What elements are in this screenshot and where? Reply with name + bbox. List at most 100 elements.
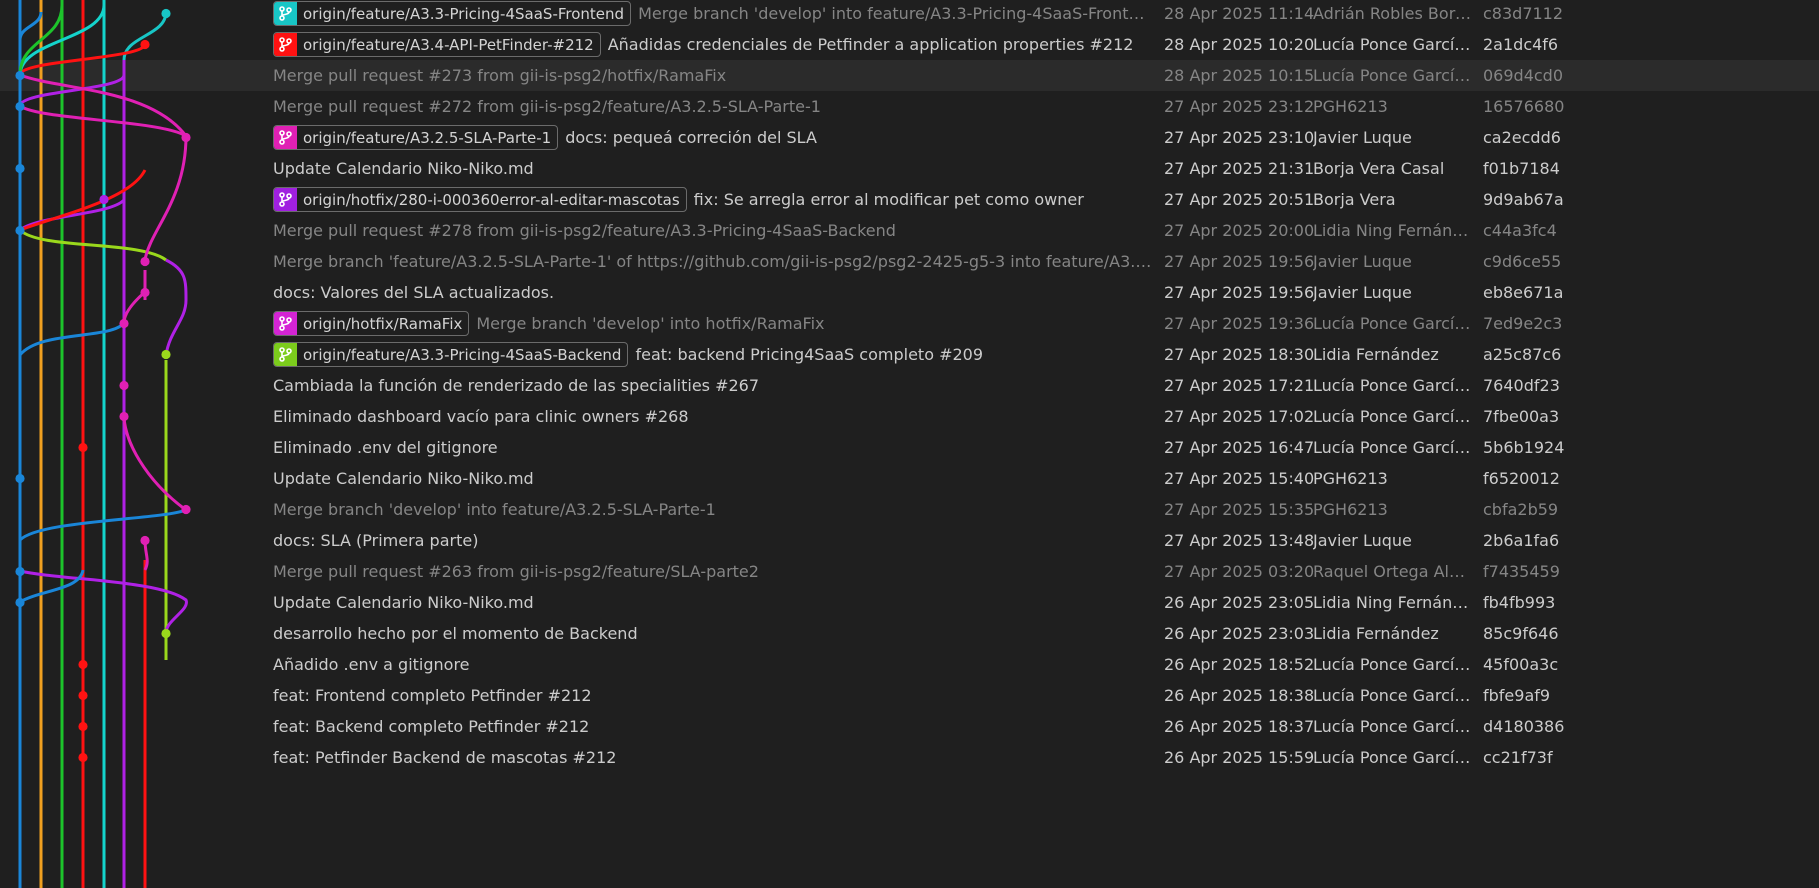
commit-date: 27 Apr 2025 20:51 [1164, 190, 1315, 209]
commit-author: Lucía Ponce García ... [1313, 438, 1473, 457]
commit-row[interactable]: origin/feature/A3.4-API-PetFinder-#212 Añ… [0, 29, 1819, 60]
commit-message: Update Calendario Niko-Niko.md [273, 593, 534, 612]
commit-message-cell: docs: SLA (Primera parte) [273, 525, 1153, 556]
commit-hash: c83d7112 [1483, 4, 1564, 23]
commit-row[interactable]: feat: Backend completo Petfinder #212 26 … [0, 711, 1819, 742]
commit-hash: f7435459 [1483, 562, 1560, 581]
commit-hash: 069d4cd0 [1483, 66, 1564, 85]
commit-hash: 9d9ab67a [1483, 190, 1564, 209]
commit-row[interactable]: docs: SLA (Primera parte) 27 Apr 2025 13:… [0, 525, 1819, 556]
commit-row[interactable]: Merge branch 'feature/A3.2.5-SLA-Parte-1… [0, 246, 1819, 277]
commit-author: Adrián Robles Borre... [1313, 4, 1473, 23]
commit-hash: fbfe9af9 [1483, 686, 1551, 705]
commit-author: Lucía Ponce García ... [1313, 686, 1473, 705]
commit-row[interactable]: Añadido .env a gitignore 26 Apr 2025 18:5… [0, 649, 1819, 680]
branch-name: origin/feature/A3.3-Pricing-4SaaS-Fronte… [303, 4, 625, 23]
commit-date: 26 Apr 2025 15:59 [1164, 748, 1315, 767]
branch-badge[interactable]: origin/feature/A3.4-API-PetFinder-#212 [273, 32, 601, 57]
commit-message-cell: Añadido .env a gitignore [273, 649, 1153, 680]
branch-name: origin/feature/A3.4-API-PetFinder-#212 [303, 35, 594, 54]
commit-hash: 7640df23 [1483, 376, 1560, 395]
commit-hash: c9d6ce55 [1483, 252, 1562, 271]
commit-row[interactable]: origin/feature/A3.2.5-SLA-Parte-1 docs: p… [0, 122, 1819, 153]
commit-date: 27 Apr 2025 19:56 [1164, 283, 1315, 302]
commit-date: 27 Apr 2025 03:20 [1164, 562, 1315, 581]
commit-author: Javier Luque [1313, 283, 1412, 302]
commit-author: PGH6213 [1313, 97, 1388, 116]
branch-name: origin/hotfix/280-i-000360error-al-edita… [303, 190, 680, 209]
commit-row[interactable]: origin/hotfix/RamaFix Merge branch 'devel… [0, 308, 1819, 339]
commit-row[interactable]: Merge pull request #263 from gii-is-psg2… [0, 556, 1819, 587]
commit-author: Javier Luque [1313, 252, 1412, 271]
commit-date: 27 Apr 2025 18:30 [1164, 345, 1315, 364]
commit-row[interactable]: origin/feature/A3.3-Pricing-4SaaS-Backen… [0, 339, 1819, 370]
commit-message: Eliminado dashboard vacío para clinic ow… [273, 407, 689, 426]
commit-message-cell: feat: Frontend completo Petfinder #212 [273, 680, 1153, 711]
commit-author: Lidia Fernández [1313, 624, 1439, 643]
commit-message: Merge pull request #273 from gii-is-psg2… [273, 66, 727, 85]
commit-message-cell: Update Calendario Niko-Niko.md [273, 587, 1153, 618]
commit-row[interactable]: Merge pull request #272 from gii-is-psg2… [0, 91, 1819, 122]
commit-author: Lucía Ponce García ... [1313, 314, 1473, 333]
commit-message-cell: origin/feature/A3.3-Pricing-4SaaS-Fronte… [273, 0, 1153, 29]
commit-date: 26 Apr 2025 23:03 [1164, 624, 1315, 643]
commit-message: desarrollo hecho por el momento de Backe… [273, 624, 638, 643]
commit-date: 26 Apr 2025 23:05 [1164, 593, 1315, 612]
commit-message-cell: feat: Petfinder Backend de mascotas #212 [273, 742, 1153, 773]
commit-message: feat: Frontend completo Petfinder #212 [273, 686, 592, 705]
commit-row[interactable]: Merge pull request #278 from gii-is-psg2… [0, 215, 1819, 246]
commit-hash: ca2ecdd6 [1483, 128, 1561, 147]
commit-row[interactable]: origin/feature/A3.3-Pricing-4SaaS-Fronte… [0, 0, 1819, 29]
commit-row[interactable]: Update Calendario Niko-Niko.md 27 Apr 202… [0, 153, 1819, 184]
commit-date: 28 Apr 2025 11:14 [1164, 4, 1315, 23]
commit-author: PGH6213 [1313, 469, 1388, 488]
branch-badge[interactable]: origin/hotfix/280-i-000360error-al-edita… [273, 187, 687, 212]
commit-date: 27 Apr 2025 17:21 [1164, 376, 1315, 395]
commit-row[interactable]: Update Calendario Niko-Niko.md 26 Apr 202… [0, 587, 1819, 618]
commit-row[interactable]: feat: Petfinder Backend de mascotas #212… [0, 742, 1819, 773]
commit-message: feat: Backend completo Petfinder #212 [273, 717, 590, 736]
commit-message: Merge pull request #263 from gii-is-psg2… [273, 562, 759, 581]
branch-badge[interactable]: origin/feature/A3.3-Pricing-4SaaS-Backen… [273, 342, 629, 367]
commit-hash: cbfa2b59 [1483, 500, 1559, 519]
commit-row[interactable]: Update Calendario Niko-Niko.md 27 Apr 202… [0, 463, 1819, 494]
commit-row[interactable]: feat: Frontend completo Petfinder #212 26… [0, 680, 1819, 711]
commit-message-cell: Merge pull request #272 from gii-is-psg2… [273, 91, 1153, 122]
commit-message: feat: Petfinder Backend de mascotas #212 [273, 748, 617, 767]
commit-message-cell: Merge branch 'develop' into feature/A3.2… [273, 494, 1153, 525]
commit-row[interactable]: docs: Valores del SLA actualizados. 27 Ap… [0, 277, 1819, 308]
commit-row[interactable]: desarrollo hecho por el momento de Backe… [0, 618, 1819, 649]
commit-message-cell: docs: Valores del SLA actualizados. [273, 277, 1153, 308]
commit-hash: 16576680 [1483, 97, 1565, 116]
commit-row[interactable]: Merge branch 'develop' into feature/A3.2… [0, 494, 1819, 525]
branch-badge[interactable]: origin/feature/A3.3-Pricing-4SaaS-Fronte… [273, 1, 632, 26]
commit-message-cell: origin/hotfix/280-i-000360error-al-edita… [273, 184, 1153, 215]
commit-author: Lidia Ning Fernánd... [1313, 221, 1473, 240]
commit-author: PGH6213 [1313, 500, 1388, 519]
commit-row[interactable]: Merge pull request #273 from gii-is-psg2… [0, 60, 1819, 91]
commit-author: Lucía Ponce García ... [1313, 407, 1473, 426]
commit-date: 26 Apr 2025 18:38 [1164, 686, 1315, 705]
commit-row[interactable]: Eliminado .env del gitignore 27 Apr 2025 … [0, 432, 1819, 463]
commit-message-cell: desarrollo hecho por el momento de Backe… [273, 618, 1153, 649]
commit-date: 28 Apr 2025 10:15 [1164, 66, 1315, 85]
commit-message-cell: Merge pull request #278 from gii-is-psg2… [273, 215, 1153, 246]
commit-message-cell: origin/feature/A3.3-Pricing-4SaaS-Backen… [273, 339, 1153, 370]
commit-message: feat: backend Pricing4SaaS completo #209 [635, 345, 984, 364]
branch-badge[interactable]: origin/feature/A3.2.5-SLA-Parte-1 [273, 125, 559, 150]
commit-message: Merge branch 'develop' into feature/A3.2… [273, 500, 716, 519]
commit-date: 27 Apr 2025 15:40 [1164, 469, 1315, 488]
commit-row[interactable]: Cambiada la función de renderizado de la… [0, 370, 1819, 401]
commit-hash: f01b7184 [1483, 159, 1560, 178]
commit-hash: d4180386 [1483, 717, 1565, 736]
branch-badge[interactable]: origin/hotfix/RamaFix [273, 311, 470, 336]
commit-message-cell: Update Calendario Niko-Niko.md [273, 153, 1153, 184]
commit-hash: a25c87c6 [1483, 345, 1562, 364]
commit-message: Añadido .env a gitignore [273, 655, 470, 674]
commit-message-cell: Cambiada la función de renderizado de la… [273, 370, 1153, 401]
git-branch-icon [274, 188, 297, 211]
commit-row[interactable]: Eliminado dashboard vacío para clinic ow… [0, 401, 1819, 432]
commit-message: Añadidas credenciales de Petfinder a app… [607, 35, 1134, 54]
commit-row[interactable]: origin/hotfix/280-i-000360error-al-edita… [0, 184, 1819, 215]
commit-message: Merge branch 'develop' into feature/A3.3… [638, 4, 1153, 23]
